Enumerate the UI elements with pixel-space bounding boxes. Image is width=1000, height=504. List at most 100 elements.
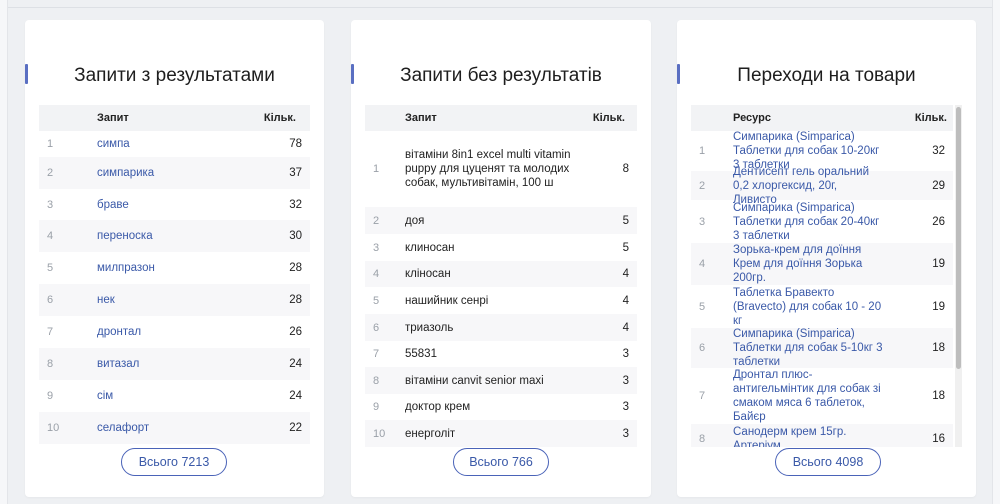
row-count: 37 [289,167,302,179]
row-link[interactable]: сім [97,389,247,403]
row-count: 24 [289,358,302,370]
row-link[interactable]: Таблетка Бравекто (Bravecto) для собак 1… [733,286,883,328]
column-header-count: Кільк. [914,112,947,124]
row-number: 1 [373,163,380,175]
row-number: 2 [699,179,706,192]
row-count: 22 [289,422,302,434]
row-number: 9 [373,401,380,413]
row-number: 3 [699,215,706,228]
table-header: Запит Кільк. [39,105,310,131]
row-count: 78 [289,138,302,150]
row-count: 26 [289,326,302,338]
table-row: 6 Симпарика (Simparica) Таблетки для соба… [691,328,953,368]
column-header-resource: Ресурс [733,112,771,124]
row-number: 1 [699,145,706,157]
table-row: 7 55831 3 [365,341,637,367]
row-link[interactable]: селафорт [97,421,247,435]
row-link[interactable]: Симпарика (Simparica) Таблетки для собак… [733,201,883,243]
row-count: 26 [932,215,945,228]
row-number: 5 [699,300,706,313]
total-button[interactable]: Всього 4098 [775,448,881,476]
table-header: Ресурс Кільк. [691,105,953,131]
table-row: 5 милпразон 28 [39,252,310,284]
table-header: Запит Кільк. [365,105,637,131]
row-number: 9 [47,390,54,402]
row-number: 5 [47,262,54,274]
row-count: 30 [289,230,302,242]
column-header-count: Кільк. [592,112,625,124]
row-query: клиносан [405,241,455,254]
row-link[interactable]: нек [97,293,247,307]
no-results-table: Запит Кільк. 1 вітаміни 8in1 excel multi … [365,105,637,447]
table-row: 7 Дронтал плюс-антигельмінтик для собак з… [691,368,953,424]
panel-queries-with-results: Запити з результатами Запит Кільк. 1 симп… [25,20,324,497]
row-link[interactable]: симпа [97,137,247,151]
row-count: 32 [289,198,302,211]
row-count: 19 [932,300,945,313]
row-count: 3 [622,374,629,387]
row-link[interactable]: переноска [97,229,247,243]
table-row: 5 Таблетка Бравекто (Bravecto) для собак … [691,285,953,328]
table-row: 2 Дентисепт гель оральний 0,2 хлоргексид,… [691,166,953,206]
table-row: 1 симпа 78 [39,131,310,157]
column-header-query: Запит [405,112,437,124]
row-number: 1 [47,138,54,150]
row-number: 3 [373,241,380,254]
row-link[interactable]: Санодерм крем 15гр. Артеріум [733,425,883,447]
table-row: 4 переноска 30 [39,220,310,252]
row-link[interactable]: Симпарика (Simparica) Таблетки для собак… [733,327,883,369]
row-query: триазоль [405,321,454,334]
total-button[interactable]: Всього 7213 [121,448,227,476]
row-count: 18 [932,390,945,402]
row-query: нашийник сенрі [405,294,489,307]
row-number: 2 [47,167,54,179]
row-query: кліносан [405,268,451,280]
row-number: 8 [699,433,706,445]
row-count: 19 [932,258,945,270]
table-row: 2 симпарика 37 [39,157,310,189]
row-link[interactable]: дронтал [97,325,247,339]
row-count: 24 [289,390,302,402]
row-query: вітаміни canvit senior maxi [405,374,544,387]
row-count: 18 [932,342,945,354]
row-count: 5 [622,214,629,227]
row-number: 4 [47,230,54,242]
row-query: доя [405,214,425,227]
row-number: 5 [373,294,380,307]
table-row: 8 вітаміни canvit senior maxi 3 [365,367,637,394]
scrollbar-thumb[interactable] [956,107,961,369]
row-count: 5 [622,241,629,254]
row-number: 2 [373,214,380,227]
row-number: 6 [699,342,706,354]
row-number: 4 [373,268,380,280]
table-row: 4 Зорька-крем для доїння Крем для доїння … [691,243,953,285]
row-number: 6 [47,294,54,306]
table-row: 9 сім 24 [39,380,310,412]
column-header-count: Кільк. [263,112,296,124]
row-query: вітаміни 8in1 excel multi vitamin puppy … [405,149,571,189]
left-edge [0,0,8,504]
row-query: енерголіт [405,427,456,440]
row-count: 28 [289,262,302,274]
row-query: 55831 [405,348,437,360]
total-button[interactable]: Всього 766 [453,448,549,476]
row-count: 4 [622,268,629,280]
row-count: 3 [622,427,629,440]
transitions-table: Ресурс Кільк. 1 Симпарика (Simparica) Таб… [691,105,962,447]
row-link[interactable]: Зорька-крем для доїння Крем для доїння З… [733,243,883,285]
right-edge [992,0,1000,504]
row-link[interactable]: милпразон [97,261,247,275]
scrollbar[interactable] [955,105,962,447]
row-number: 7 [47,326,54,338]
row-link[interactable]: Дронтал плюс-антигельмінтик для собак зі… [733,368,883,424]
row-number: 10 [373,427,386,440]
table-row: 3 браве 32 [39,189,310,220]
row-count: 4 [622,321,629,334]
row-link[interactable]: браве [97,198,247,212]
top-divider [0,7,1000,8]
row-count: 4 [622,294,629,307]
table-row: 6 нек 28 [39,284,310,316]
row-link[interactable]: симпарика [97,166,247,180]
row-link[interactable]: витазал [97,357,247,371]
row-number: 6 [373,321,380,334]
